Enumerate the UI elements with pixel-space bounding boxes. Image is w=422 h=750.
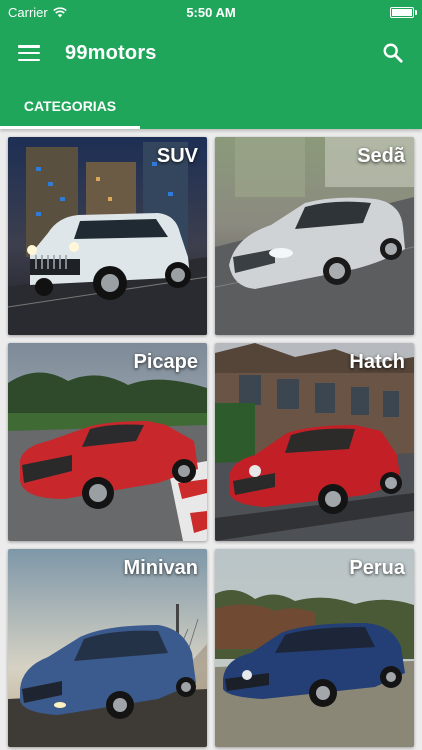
app-bar: 99motors <box>0 24 422 82</box>
battery-icon <box>390 6 417 18</box>
tab-indicator <box>0 126 140 129</box>
search-icon[interactable] <box>382 42 404 64</box>
wifi-icon <box>52 6 67 17</box>
status-bar: Carrier 5:50 AM <box>0 0 422 24</box>
category-card-minivan[interactable]: Minivan <box>8 549 207 747</box>
tab-categorias[interactable]: CATEGORIAS <box>0 82 140 129</box>
category-card-picape[interactable]: Picape <box>8 343 207 541</box>
category-grid: SUV Sedã Picape Hatch Minivan Perua <box>8 137 414 747</box>
app-title: 99motors <box>65 41 157 64</box>
carrier-label: Carrier <box>8 4 48 20</box>
status-time: 5:50 AM <box>186 4 236 20</box>
app-screen: Carrier 5:50 AM 99motors CATEGORIAS SUV … <box>0 0 422 750</box>
category-card-suv[interactable]: SUV <box>8 137 207 335</box>
status-left: Carrier <box>8 5 148 20</box>
category-card-seda[interactable]: Sedã <box>215 137 414 335</box>
category-label: Picape <box>133 351 198 373</box>
category-label: Hatch <box>349 351 405 373</box>
category-label: Sedã <box>357 145 405 167</box>
category-label: Minivan <box>123 557 198 579</box>
category-card-perua[interactable]: Perua <box>215 549 414 747</box>
status-right <box>274 6 417 18</box>
tab-bar: CATEGORIAS <box>0 82 422 129</box>
category-label: Perua <box>349 557 405 579</box>
category-label: SUV <box>156 145 198 167</box>
hamburger-menu-icon[interactable] <box>18 45 40 61</box>
category-card-hatch[interactable]: Hatch <box>215 343 414 541</box>
